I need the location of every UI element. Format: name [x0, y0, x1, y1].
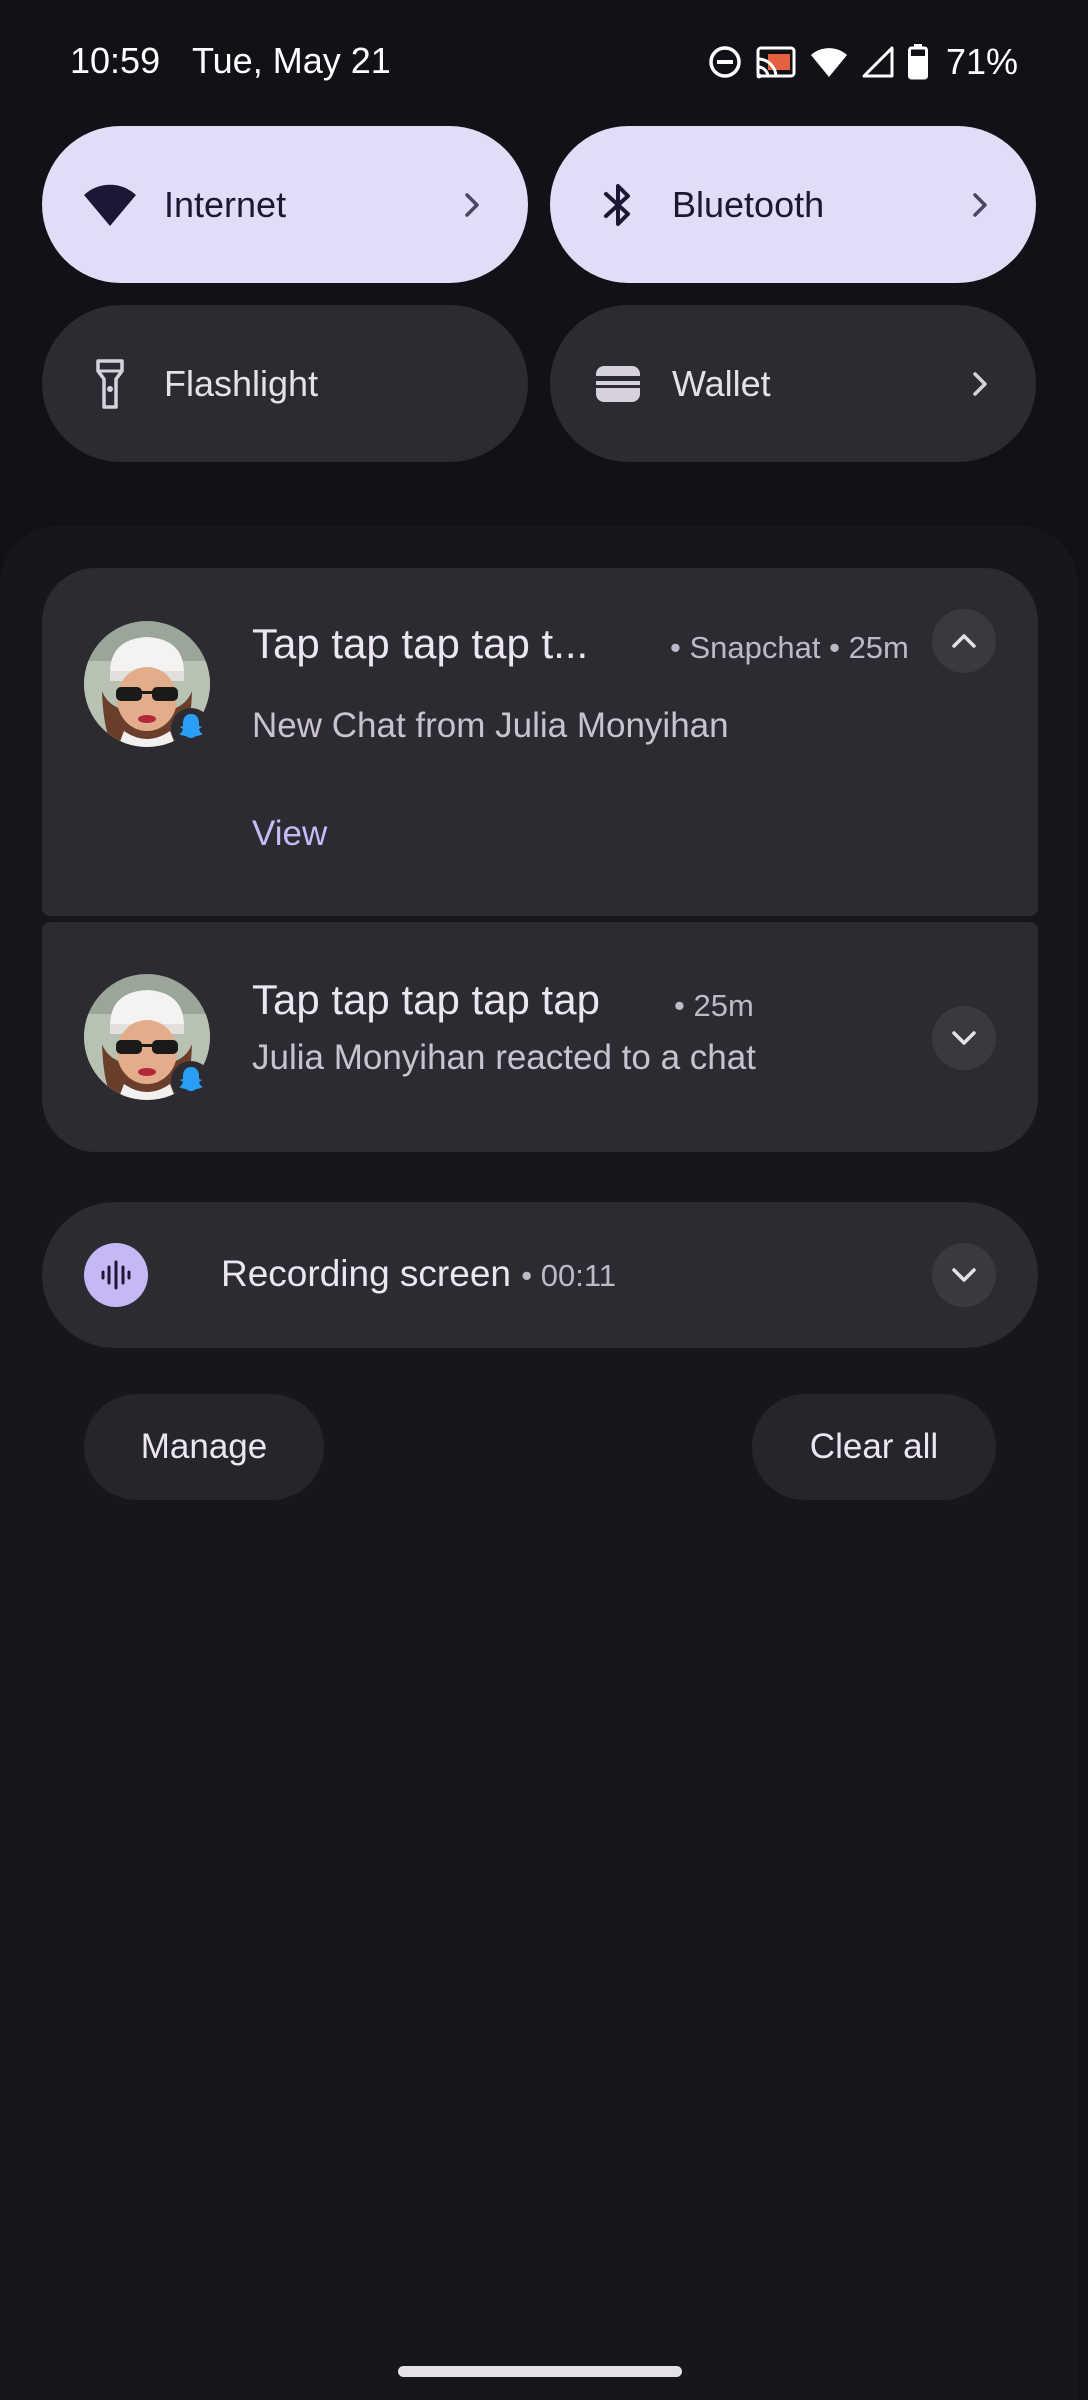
notification-app-name: Snapchat: [689, 630, 821, 665]
chevron-right-icon: [465, 192, 479, 217]
home-gesture-bar[interactable]: [398, 2366, 682, 2377]
wallet-icon: [590, 356, 646, 412]
recording-audio-icon: [84, 1243, 148, 1307]
battery-icon: [907, 44, 928, 80]
recording-elapsed: • 00:11: [521, 1258, 617, 1293]
notification-meta: • Snapchat • 25m: [670, 630, 909, 665]
battery-level: 71%: [945, 41, 1018, 82]
wallet-tile[interactable]: Wallet: [550, 305, 1036, 462]
snapchat-ghost-icon: [177, 1065, 205, 1098]
status-icons: 71%: [708, 38, 1018, 86]
expand-button[interactable]: [932, 1006, 996, 1070]
internet-tile-label: Internet: [164, 183, 287, 225]
snapchat-ghost-icon: [177, 712, 205, 745]
clear-all-button[interactable]: Clear all: [752, 1394, 996, 1500]
notification-text: Julia Monyihan reacted to a chat: [252, 1038, 756, 1077]
recording-label: Recording screen: [221, 1253, 511, 1294]
chevron-down-icon: [952, 1268, 976, 1282]
chevron-down-icon: [952, 1031, 976, 1045]
snapchat-badge: [171, 1061, 211, 1101]
view-action-button[interactable]: View: [252, 814, 327, 854]
chevron-right-icon: [973, 192, 987, 217]
notification-time: 25m: [848, 630, 909, 665]
recording-timer: 00:11: [540, 1258, 617, 1293]
notification-title: Tap tap tap tap tap: [252, 976, 600, 1023]
snapchat-badge: [171, 708, 211, 748]
date: Tue, May 21: [192, 40, 391, 81]
flashlight-tile[interactable]: Flashlight: [42, 305, 528, 462]
chevron-up-icon: [952, 634, 976, 648]
screen-recording-notification[interactable]: Recording screen • 00:11: [42, 1202, 1038, 1348]
notification-card[interactable]: Tap tap tap tap tap • 25m Julia Monyihan…: [42, 922, 1038, 1152]
notification-text: New Chat from Julia Monyihan: [252, 706, 729, 745]
wifi-icon: [82, 177, 138, 233]
flashlight-icon: [82, 356, 138, 412]
expand-button[interactable]: [932, 1243, 996, 1307]
cellular-signal-icon: [862, 46, 894, 78]
cast-icon: [756, 45, 796, 79]
notification-meta: • 25m: [674, 988, 754, 1023]
flashlight-tile-label: Flashlight: [164, 362, 319, 404]
bluetooth-tile-label: Bluetooth: [672, 183, 825, 225]
collapse-button[interactable]: [932, 609, 996, 673]
wallet-tile-label: Wallet: [672, 362, 771, 404]
notification-time: 25m: [693, 988, 754, 1023]
recording-title: Recording screen • 00:11: [221, 1253, 616, 1295]
do-not-disturb-icon: [708, 45, 742, 79]
manage-button[interactable]: Manage: [84, 1394, 324, 1500]
wifi-icon: [810, 46, 848, 78]
clock: 10:59: [70, 40, 161, 81]
status-bar: 10:59 Tue, May 21 71%: [0, 0, 1088, 126]
bluetooth-tile[interactable]: Bluetooth: [550, 126, 1036, 283]
notification-card[interactable]: Tap tap tap tap t... • Snapchat • 25m Ne…: [42, 568, 1038, 916]
chevron-right-icon: [973, 371, 987, 396]
internet-tile[interactable]: Internet: [42, 126, 528, 283]
bluetooth-icon: [590, 177, 646, 233]
snapchat-notification-group: Tap tap tap tap t... • Snapchat • 25m Ne…: [42, 568, 1038, 1152]
notification-title: Tap tap tap tap t...: [252, 620, 589, 667]
